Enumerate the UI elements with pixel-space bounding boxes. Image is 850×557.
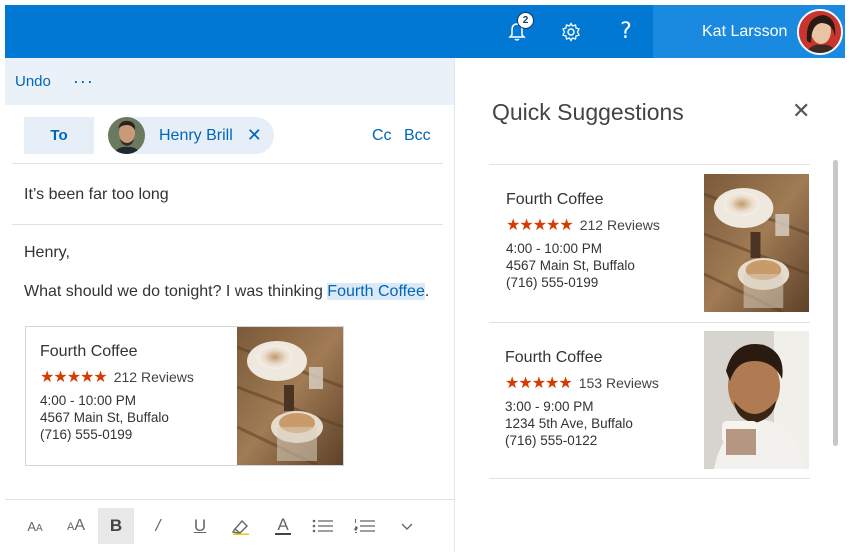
rating: ★★★★★ 153 Reviews — [505, 373, 659, 393]
more-format-button[interactable] — [389, 508, 425, 544]
place-phone: (716) 555-0199 — [506, 275, 599, 290]
underline-button[interactable]: U — [182, 508, 218, 544]
italic-icon: / — [155, 516, 161, 535]
star-rating-icon: ★★★★★ — [40, 369, 108, 386]
bold-button[interactable]: B — [98, 508, 134, 544]
bcc-link[interactable]: Bcc — [404, 127, 431, 145]
panel-title: Quick Suggestions — [492, 99, 684, 125]
highlighter-icon — [231, 519, 249, 535]
place-address: 4567 Main St, Buffalo — [40, 410, 169, 425]
recipient-pill[interactable]: Henry Brill ✕ — [108, 117, 274, 154]
font-size-decrease-button[interactable]: AA — [17, 508, 53, 544]
bullets-button[interactable] — [305, 508, 341, 544]
close-icon[interactable]: ✕ — [792, 98, 810, 124]
numbering-button[interactable] — [347, 508, 383, 544]
gear-icon — [562, 21, 580, 42]
body-greeting: Henry, — [24, 244, 70, 261]
place-link[interactable]: Fourth Coffee — [327, 283, 425, 300]
chevron-down-icon — [401, 523, 413, 530]
recipient-avatar — [108, 117, 145, 154]
inline-place-card[interactable]: Fourth Coffee ★★★★★ 212 Reviews 4:00 - 1… — [25, 326, 344, 466]
user-avatar — [797, 9, 843, 55]
account-button[interactable]: Kat Larsson — [653, 5, 845, 58]
place-phone: (716) 555-0199 — [40, 427, 133, 442]
font-size-decrease-icon: AA — [27, 518, 43, 534]
bullets-icon — [312, 519, 333, 533]
settings-button[interactable] — [551, 5, 591, 58]
to-row: To Henry Brill ✕ Cc Bcc — [12, 110, 443, 164]
place-address: 1234 5th Ave, Buffalo — [505, 416, 633, 431]
format-toolbar: AA AA B / U A — [5, 499, 454, 549]
card-info: Fourth Coffee ★★★★★ 212 Reviews 4:00 - 1… — [40, 343, 194, 442]
bold-icon: B — [109, 516, 123, 535]
help-icon: ? — [620, 19, 632, 44]
help-button[interactable]: ? — [606, 5, 646, 58]
italic-button[interactable]: / — [140, 508, 176, 544]
cc-link[interactable]: Cc — [372, 127, 392, 145]
notifications-button[interactable]: 2 — [497, 5, 537, 58]
place-title: Fourth Coffee — [505, 349, 603, 366]
to-button[interactable]: To — [24, 117, 94, 154]
more-options-button[interactable]: ··· — [73, 71, 94, 92]
body-prefix: What should we do tonight? I was thinkin… — [24, 283, 328, 300]
card-info: Fourth Coffee ★★★★★ 153 Reviews 3:00 - 9… — [505, 349, 659, 448]
notification-badge: 2 — [517, 12, 534, 29]
place-title: Fourth Coffee — [40, 343, 138, 360]
place-address: 4567 Main St, Buffalo — [506, 258, 635, 273]
font-color-button[interactable]: A — [265, 508, 301, 544]
quick-suggestions-panel: Quick Suggestions ✕ Fourth Coffee ★★★★★ … — [455, 58, 845, 552]
place-phone: (716) 555-0122 — [505, 433, 598, 448]
compose-pane: Undo ··· To Henry Brill ✕ Cc Bcc It’s be… — [5, 58, 454, 552]
rating: ★★★★★ 212 Reviews — [40, 367, 194, 387]
rating: ★★★★★ 212 Reviews — [506, 215, 660, 235]
command-bar: Undo ··· — [5, 58, 454, 105]
remove-recipient-icon[interactable]: ✕ — [247, 125, 262, 146]
panel-scrollbar[interactable] — [833, 160, 838, 446]
review-count: 153 Reviews — [578, 375, 659, 391]
user-name: Kat Larsson — [702, 22, 788, 40]
font-size-increase-icon: AA — [66, 517, 85, 534]
star-rating-icon: ★★★★★ — [505, 375, 573, 392]
font-size-increase-button[interactable]: AA — [58, 508, 94, 544]
coffee-photo — [237, 327, 343, 465]
coffee-photo — [704, 174, 809, 312]
place-hours: 3:00 - 9:00 PM — [505, 399, 594, 414]
review-count: 212 Reviews — [579, 217, 660, 233]
panel-divider — [489, 478, 810, 479]
numbering-icon — [354, 519, 375, 533]
top-bar: 2 ? Kat Larsson — [5, 5, 845, 58]
place-hours: 4:00 - 10:00 PM — [40, 393, 137, 408]
undo-button[interactable]: Undo — [15, 73, 51, 90]
recipient-name: Henry Brill — [159, 126, 233, 144]
panel-divider — [489, 322, 810, 323]
card-info: Fourth Coffee ★★★★★ 212 Reviews 4:00 - 1… — [506, 191, 660, 290]
star-rating-icon: ★★★★★ — [506, 217, 574, 234]
body-text[interactable]: What should we do tonight? I was thinkin… — [24, 283, 429, 301]
highlight-button[interactable] — [223, 508, 259, 544]
body-suffix: . — [424, 283, 430, 300]
place-hours: 4:00 - 10:00 PM — [506, 241, 603, 256]
subject-field[interactable]: It’s been far too long — [24, 186, 169, 204]
font-color-icon: A — [275, 516, 291, 535]
subject-divider — [12, 224, 443, 225]
place-title: Fourth Coffee — [506, 191, 604, 208]
man-photo — [704, 331, 809, 469]
panel-divider — [489, 164, 810, 165]
review-count: 212 Reviews — [113, 369, 194, 385]
underline-icon: U — [193, 516, 207, 535]
